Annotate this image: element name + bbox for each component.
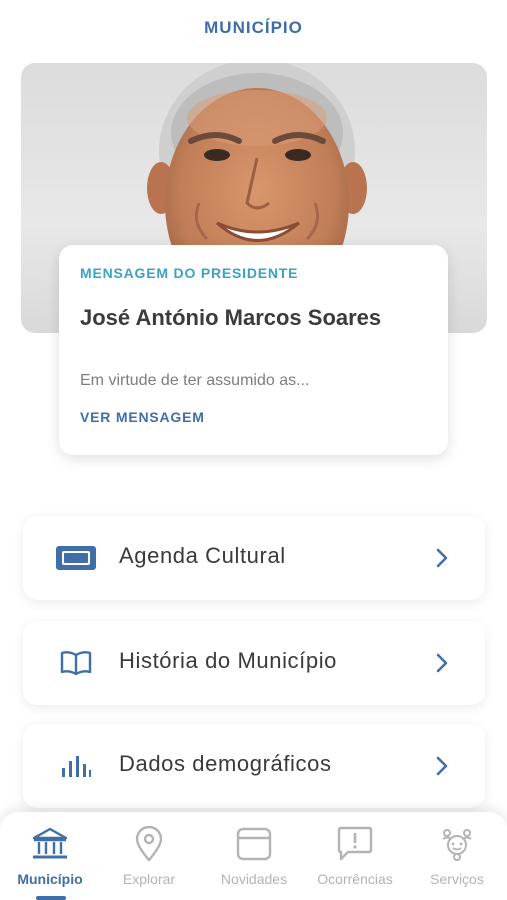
view-message-link[interactable]: VER MENSAGEM: [80, 409, 205, 425]
nav-label: Explorar: [122, 871, 176, 887]
ticket-icon: [55, 542, 97, 574]
page-title: MUNICÍPIO: [204, 18, 303, 37]
menu-item-label: História do Município: [119, 648, 338, 673]
active-tab-indicator: [36, 896, 66, 900]
town-hall-icon: [30, 824, 70, 864]
menu-item-label: Agenda Cultural: [119, 543, 286, 568]
app-screen: MUNICÍPIO MENSAGEM DO PRESIDENTE José An…: [0, 0, 507, 900]
message-eyebrow: MENSAGEM DO PRESIDENTE: [80, 265, 299, 281]
menu-item-agenda-cultural[interactable]: Agenda Cultural: [23, 516, 485, 600]
message-excerpt: Em virtude de ter assumido as...: [80, 372, 310, 389]
alert-chat-icon: [335, 824, 375, 864]
nav-label: Novidades: [220, 871, 288, 887]
chevron-right-icon: [436, 653, 448, 673]
nav-label: Ocorrências: [317, 871, 393, 887]
news-card-icon: [234, 824, 274, 864]
menu-item-historia[interactable]: História do Município: [23, 621, 485, 705]
nav-tab-municipio[interactable]: Município: [2, 824, 98, 896]
services-icon: [437, 824, 477, 864]
president-message-card[interactable]: MENSAGEM DO PRESIDENTE José António Marc…: [59, 245, 448, 455]
bottom-navigation: Município Explorar Novidades Ocorrências…: [0, 812, 507, 900]
nav-tab-explorar[interactable]: Explorar: [101, 824, 197, 896]
chevron-right-icon: [436, 548, 448, 568]
bar-chart-icon: [55, 750, 97, 782]
map-pin-icon: [129, 824, 169, 864]
nav-tab-novidades[interactable]: Novidades: [206, 824, 302, 896]
nav-tab-servicos[interactable]: Serviços: [409, 824, 505, 896]
nav-tab-ocorrencias[interactable]: Ocorrências: [307, 824, 403, 896]
nav-label: Município: [17, 871, 83, 887]
menu-item-label: Dados demográficos: [119, 751, 332, 776]
nav-label: Serviços: [430, 871, 484, 887]
book-icon: [55, 647, 97, 679]
chevron-right-icon: [436, 756, 448, 776]
menu-item-dados-demograficos[interactable]: Dados demográficos: [23, 724, 485, 808]
president-name: José António Marcos Soares: [80, 305, 382, 330]
